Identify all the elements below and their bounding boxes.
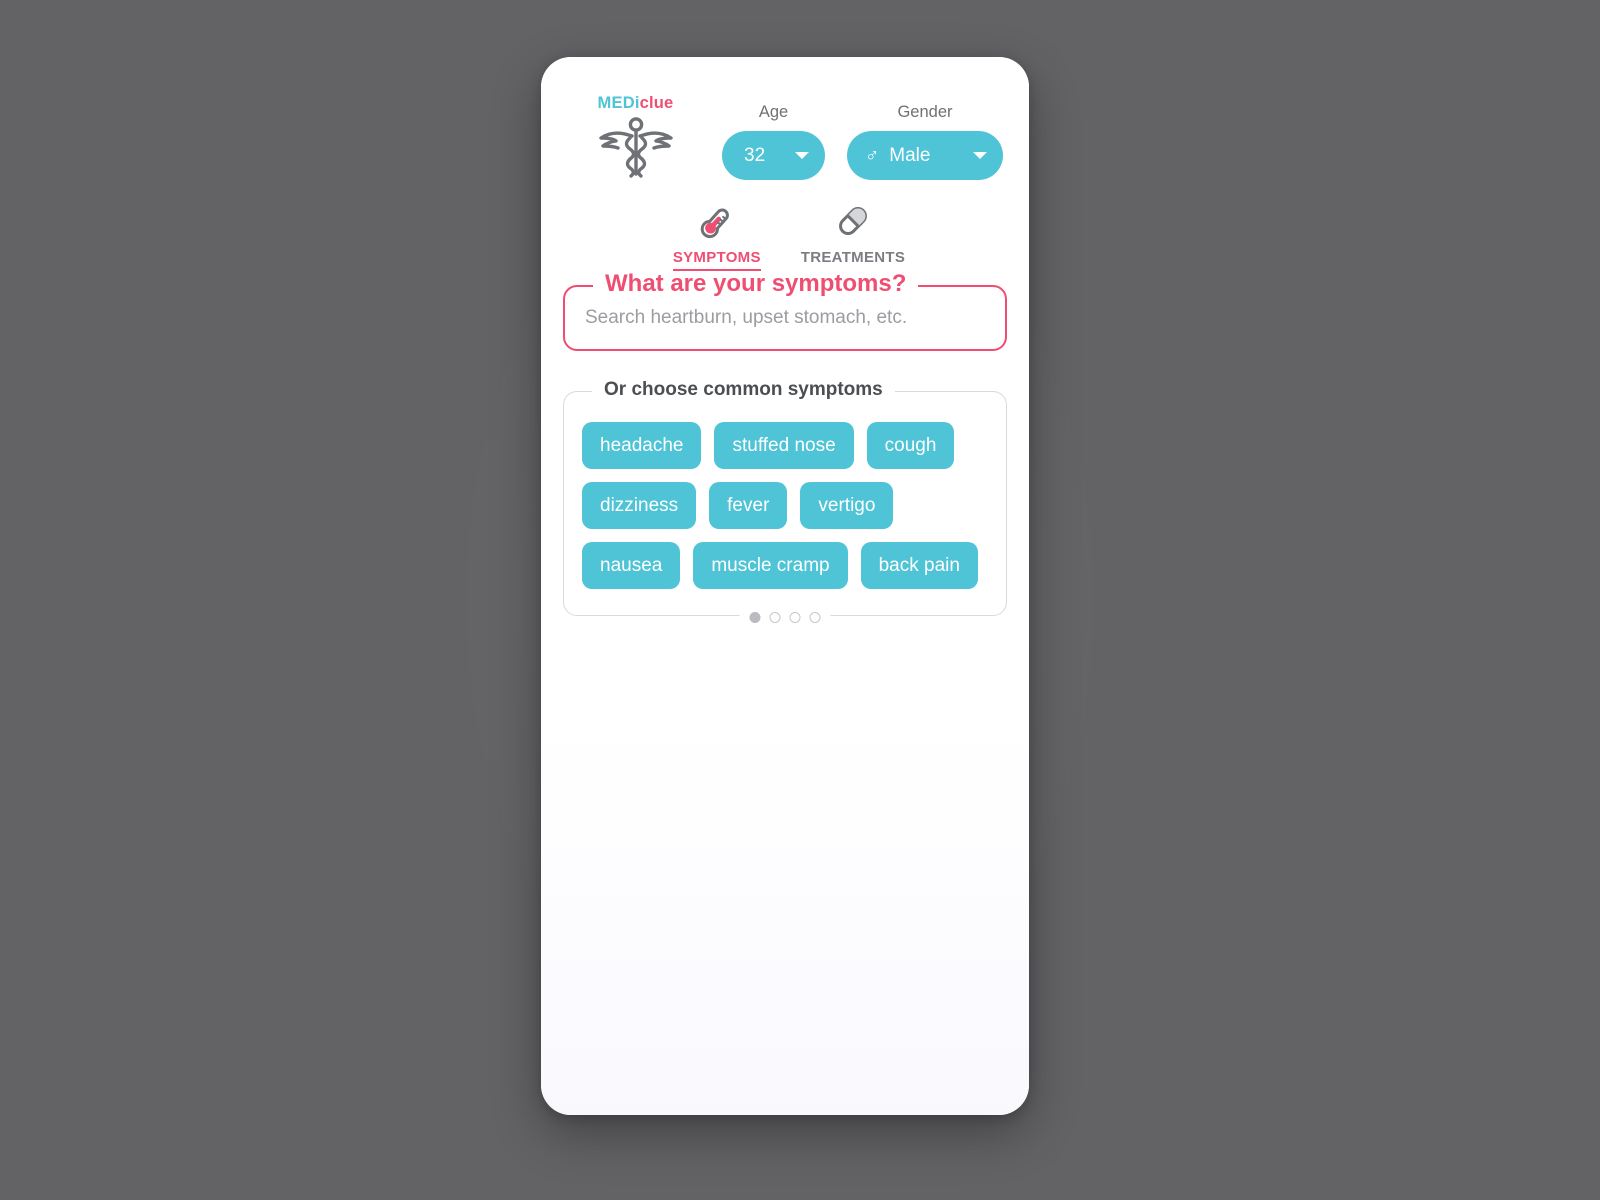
pagination-dots xyxy=(739,611,831,623)
common-symptoms-fieldset: Or choose common symptoms headache stuff… xyxy=(563,379,1007,623)
symptom-chip-row: dizziness fever vertigo xyxy=(582,481,988,529)
symptom-chip[interactable]: muscle cramp xyxy=(693,541,848,589)
gender-select[interactable]: ♂ Male xyxy=(847,130,1003,180)
symptom-chip-row: headache stuffed nose cough xyxy=(582,421,988,469)
brand-wordmark: MEDiclue xyxy=(598,95,674,112)
pill-capsule-icon xyxy=(831,198,875,244)
common-symptoms-legend: Or choose common symptoms xyxy=(592,379,895,399)
app-screen: MEDiclue Age 32 Gender ♂ Male SYMPTOMS T… xyxy=(541,57,1029,1115)
symptom-chip-row: nausea muscle cramp back pain xyxy=(582,541,988,589)
symptom-chip-group: headache stuffed nose cough dizziness fe… xyxy=(582,421,988,589)
symptom-chip[interactable]: headache xyxy=(582,421,702,469)
app-header: MEDiclue Age 32 Gender ♂ Male xyxy=(541,57,1029,180)
symptom-search-input[interactable] xyxy=(585,306,985,329)
symptom-chip[interactable]: cough xyxy=(866,421,955,469)
symptom-chip[interactable]: nausea xyxy=(582,541,681,589)
symptom-search-legend: What are your symptoms? xyxy=(593,271,919,296)
brand-wordmark-primary: MEDi xyxy=(597,94,640,112)
chevron-down-icon xyxy=(973,151,987,159)
symptom-search-fieldset: What are your symptoms? xyxy=(563,271,1007,351)
pagination-dot[interactable] xyxy=(749,611,761,623)
symptom-chip[interactable]: dizziness xyxy=(582,481,697,529)
phone-frame: MEDiclue Age 32 Gender ♂ Male SYMPTOMS T… xyxy=(541,57,1029,1115)
tab-symptoms-label: SYMPTOMS xyxy=(672,249,761,271)
mars-symbol-icon: ♂ xyxy=(865,144,880,166)
tab-treatments[interactable]: TREATMENTS xyxy=(797,198,909,271)
tab-treatments-label: TREATMENTS xyxy=(800,248,906,266)
brand-wordmark-secondary: clue xyxy=(639,94,674,112)
thermometer-icon xyxy=(695,198,739,244)
pagination-dot[interactable] xyxy=(789,611,801,623)
gender-value-wrap: ♂ Male xyxy=(865,146,930,165)
chevron-down-icon xyxy=(795,151,809,159)
age-value: 32 xyxy=(744,144,766,166)
gender-label: Gender xyxy=(897,103,953,121)
pagination-dot[interactable] xyxy=(809,611,821,623)
tab-symptoms[interactable]: SYMPTOMS xyxy=(669,198,765,271)
age-label: Age xyxy=(758,103,789,121)
symptom-chip[interactable]: vertigo xyxy=(800,481,894,529)
gender-value: Male xyxy=(889,144,931,166)
age-select[interactable]: 32 xyxy=(722,130,825,180)
age-field-group: Age 32 xyxy=(722,104,825,180)
symptom-chip[interactable]: back pain xyxy=(860,541,978,589)
pagination-dot[interactable] xyxy=(769,611,781,623)
symptom-chip[interactable]: fever xyxy=(709,481,788,529)
gender-field-group: Gender ♂ Male xyxy=(847,104,1003,180)
caduceus-icon xyxy=(598,116,673,178)
tab-bar: SYMPTOMS TREATMENTS xyxy=(541,198,1029,271)
symptom-chip[interactable]: stuffed nose xyxy=(714,421,854,469)
brand-logo: MEDiclue xyxy=(577,95,694,180)
